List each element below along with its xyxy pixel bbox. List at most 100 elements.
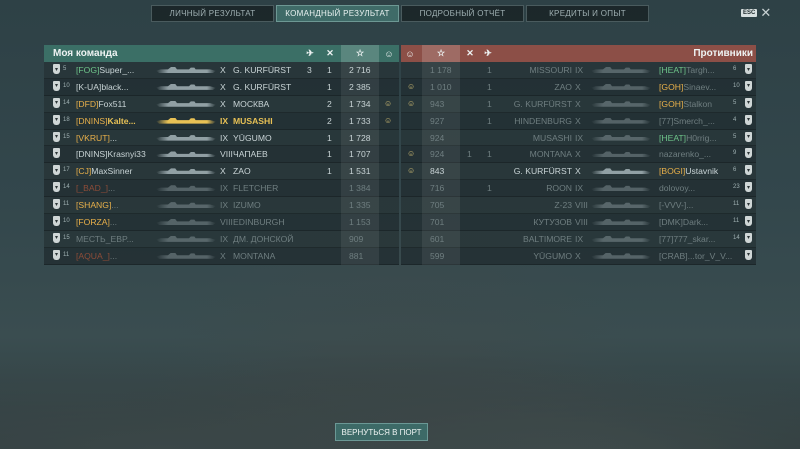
rank-emblem-icon: ▾ [53,165,60,176]
player-row[interactable]: 1 178 1 MISSOURI IX [HEAT]Targh... 6 ▾ [401,62,756,79]
player-name-cell: [GOH]Sinaev... [659,82,716,92]
clan-tag: [_BAD_] [76,183,109,194]
frags-count: 1 [327,149,332,160]
base-xp: 943 [430,98,445,109]
return-to-port-button[interactable]: ВЕРНУТЬСЯ В ПОРТ [335,423,428,441]
player-row[interactable]: 927 1 HINDENBURG X [77]Smerch_... 4 ▾ [401,112,756,130]
ship-tier: X [220,98,226,109]
player-name: ... [108,183,116,194]
player-row[interactable]: 705 Z-23 VIII [-VVV-]... 11 ▾ [401,197,756,215]
ship-name: ROON [546,183,572,194]
clan-tag: [DFD] [76,98,99,109]
close-control[interactable]: ESC ✕ [741,6,771,19]
ship-name: MONTANA [529,149,572,160]
player-row[interactable]: 701 КУТУЗОВ VIII [DMK]Dark... 11 ▾ [401,214,756,231]
base-xp: 1 707 [349,149,371,160]
player-row[interactable]: ☺ 924 1 1 MONTANA Xnazarenko_... 9 ▾ [401,146,756,164]
ship-name: MONTANA [233,250,276,261]
player-row[interactable]: ▾ 17 [CJ]MaxSinner X ZAO 1 1 531 [44,163,399,181]
player-row[interactable]: 716 1 ROON IX dolovoy... 23 ▾ [401,180,756,198]
clan-tag: [GOH] [659,81,684,92]
player-row[interactable]: 924 MUSASHI IX [HEAT]H0rrig... 5 ▾ [401,129,756,147]
player-name: Kalte... [107,115,136,126]
ship-tier: VIII [575,200,588,211]
enemy-team-title: Противники [693,48,753,59]
player-row[interactable]: ▾ 11 [AQUA_]... X MONTANA 881 [44,247,399,265]
ship-silhouette [591,134,651,141]
player-row[interactable]: 599 YŪGUMO X [CRAB]...tor_V_V... ▾ [401,247,756,265]
player-row[interactable]: ☺ 843 G. KURFÜRST X [BOGI]Ustavnik 6 ▾ [401,163,756,181]
tab-credits-xp[interactable]: КРЕДИТЫ И ОПЫТ [526,5,649,22]
clan-tag: [BOGI] [659,166,686,177]
player-row[interactable]: ▾ 14 [_BAD_]... IX FLETCHER 1 384 [44,180,399,198]
ship-name: YŪGUMO [233,132,272,143]
base-xp: 2 716 [349,65,371,75]
player-row[interactable]: ▾ 18 [DNINS]Kalte... IX MUSASHI 2 1 733 ☺ [44,112,399,130]
account-level: 6 [733,66,737,72]
rank-emblem-icon: ▾ [745,199,752,210]
frags-count: 1 [467,149,472,160]
frags-count: 1 [327,132,332,143]
ship-tier: X [575,115,581,126]
base-xp: 1 531 [349,166,371,177]
player-name-cell: [DNINS]Krasnyi33 [76,149,146,159]
account-level: 11 [733,218,740,225]
ship-tier: X [575,98,581,109]
clan-tag: [DNINS] [76,115,108,126]
close-icon[interactable]: ✕ [760,6,771,19]
player-name-cell: [77]Smerch_... [659,116,715,126]
player-name: ... [109,132,118,143]
player-row[interactable]: ▾ 15 МЕСТЬ_EBP... IX ДМ. ДОНСКОЙ 909 [44,230,399,248]
player-name-cell: [SHANG]... [76,200,119,210]
ship-silhouette [156,168,216,175]
rank-emblem-icon: ▾ [53,131,60,142]
player-row[interactable]: ▾ 5 [FOG]Super_... X G. KURFÜRST 3 1 2 716 [44,62,399,79]
account-level: 23 [733,184,740,191]
player-name: Dark... [682,217,709,228]
player-row[interactable]: ☺ 943 1 G. KURFÜRST X [GOH]Stalkon 5 ▾ [401,95,756,113]
base-xp: 716 [430,183,445,194]
player-name: Stalkon [683,98,713,109]
player-name-cell: [AQUA_]... [76,251,117,261]
player-row[interactable]: ☺ 1 010 1 ZAO X [GOH]Sinaev... 10 ▾ [401,78,756,96]
rank-emblem-icon: ▾ [745,64,752,74]
clan-tag: [-VVV-] [659,200,687,211]
frags-count: 1 [487,65,492,75]
player-row[interactable]: ▾ 10 [FORZA]... VIII EDINBURGH 1 153 [44,214,399,231]
player-row[interactable]: ▾ 11 [SHANG]... IX IZUMO 1 335 [44,197,399,215]
ship-tier: IX [220,132,229,143]
rank-emblem-icon: ▾ [745,148,752,159]
ship-silhouette [591,219,651,226]
tab-personal-result[interactable]: ЛИЧНЫЙ РЕЗУЛЬТАТ [151,5,274,22]
account-level: 5 [63,66,67,72]
player-row[interactable]: ▾ 10 [K-UA]black... X G. KURFÜRST 1 2 385 [44,78,399,96]
player-name-cell: [77]777_skar... [659,234,715,244]
clan-tag: [HEAT] [659,132,687,143]
ship-silhouette [591,117,651,124]
player-row[interactable]: ▾ [DNINS]Krasnyi33 VIII ЧАПАЕВ 1 1 707 [44,146,399,164]
ship-silhouette [591,100,651,107]
player-name-cell: [-VVV-]... [659,200,693,210]
ship-name: G. KURFÜRST [233,65,292,75]
base-xp: 599 [430,250,445,261]
ship-silhouette [156,67,216,73]
player-name: ... [111,200,119,211]
clan-tag: [HEAT] [659,65,687,75]
player-row[interactable]: 601 BALTIMORE IX [77]777_skar... 14 ▾ [401,230,756,248]
ship-name: BALTIMORE [522,233,572,244]
player-row[interactable]: ▾ 14 [DFD]Fox511 X МОСКВА 2 1 734 ☺ [44,95,399,113]
clan-tag: [CRAB] [659,250,688,261]
planes-destroyed-icon: ✈ [484,48,492,58]
ship-name: EDINBURGH [233,217,285,228]
player-name: MaxSinner [91,166,133,177]
tab-team-result[interactable]: КОМАНДНЫЙ РЕЗУЛЬТАТ [276,5,399,22]
clan-tag: [DMK] [659,217,683,228]
player-name: nazarenko_... [659,149,712,160]
base-xp: 1 178 [430,65,452,75]
rank-emblem-icon: ▾ [745,249,752,260]
base-xp: 601 [430,233,445,244]
tab-detailed-report[interactable]: ПОДРОБНЫЙ ОТЧЁТ [401,5,524,22]
enemy-team-list: 1 178 1 MISSOURI IX [HEAT]Targh... 6 ▾ ☺ 1 010 1 Z… [401,62,756,265]
medal-icon: ☺ [384,115,393,125]
player-row[interactable]: ▾ 15 [VKRUT]... IX YŪGUMO 1 1 728 [44,129,399,147]
